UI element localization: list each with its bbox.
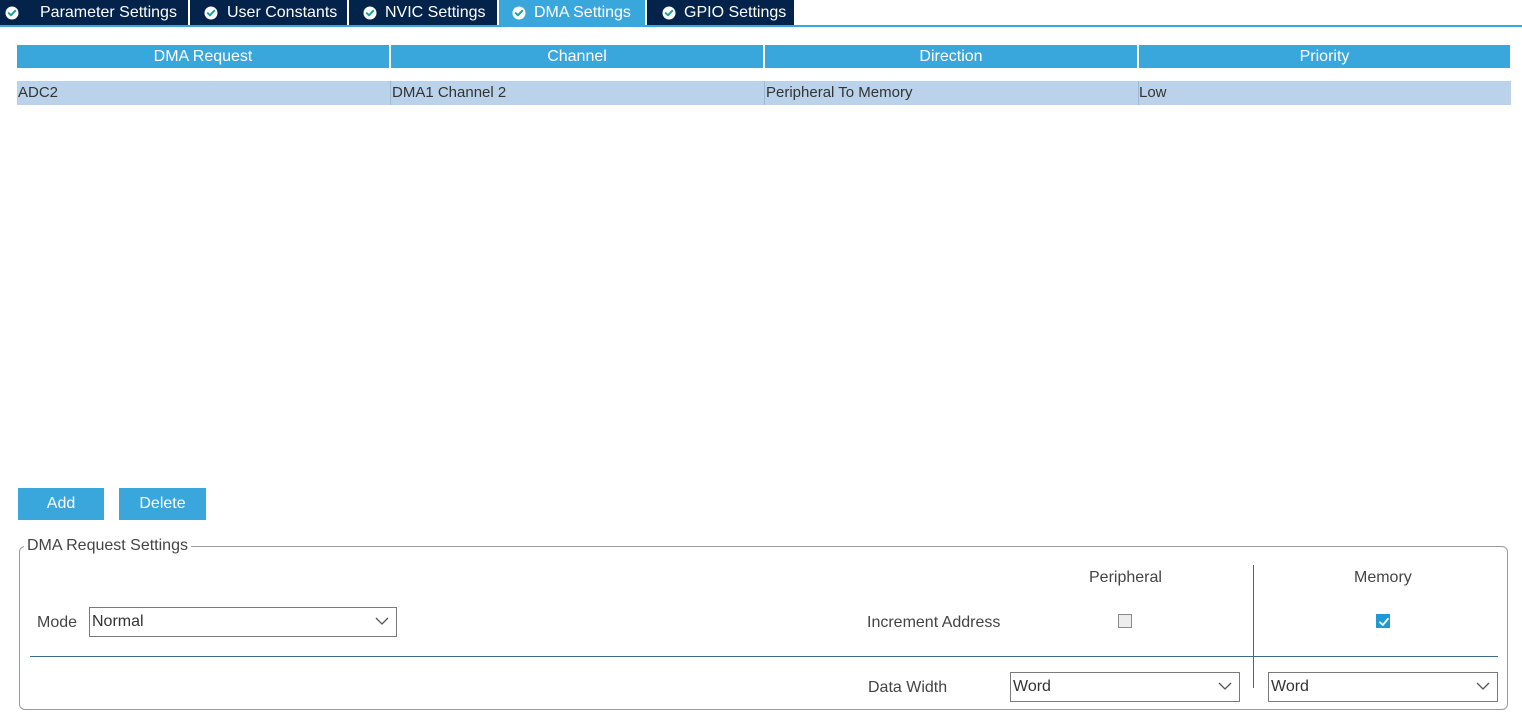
cell-direction: Peripheral To Memory (766, 84, 913, 101)
column-header-channel[interactable]: Channel (391, 45, 763, 68)
column-divider (764, 81, 765, 105)
tab-label: DMA Settings (534, 4, 631, 21)
column-header-direction[interactable]: Direction (765, 45, 1137, 68)
column-divider (390, 81, 391, 105)
memory-data-width-select[interactable]: Word (1268, 672, 1498, 702)
column-header-priority[interactable]: Priority (1139, 45, 1510, 68)
tab-user-constants[interactable]: User Constants (190, 0, 347, 25)
mode-select[interactable]: Normal (89, 607, 397, 637)
tab-label: GPIO Settings (684, 4, 787, 21)
cell-channel: DMA1 Channel 2 (392, 84, 507, 101)
tab-nvic-settings[interactable]: NVIC Settings (349, 0, 497, 25)
chevron-down-icon (1476, 682, 1490, 690)
row-divider (30, 656, 1498, 657)
tab-gpio-settings[interactable]: GPIO Settings (647, 0, 794, 25)
chevron-down-icon (1218, 682, 1232, 690)
chevron-down-icon (375, 617, 389, 625)
peripheral-increment-checkbox[interactable] (1118, 614, 1132, 628)
dma-settings-window: Parameter Settings User Constants NVIC S… (0, 0, 1522, 712)
check-circle-icon (363, 6, 377, 20)
tab-parameter-settings[interactable]: Parameter Settings (0, 0, 188, 25)
column-divider (1253, 565, 1254, 688)
tab-label: User Constants (227, 4, 338, 21)
check-circle-icon (512, 6, 526, 20)
check-circle-icon (662, 6, 676, 20)
tab-bar-underline (0, 25, 1522, 27)
data-width-label: Data Width (868, 679, 948, 696)
peripheral-data-width-select[interactable]: Word (1010, 672, 1240, 702)
tab-dma-settings[interactable]: DMA Settings (499, 0, 645, 25)
peripheral-header: Peripheral (1089, 569, 1162, 586)
increment-address-label: Increment Address (867, 614, 1001, 631)
tab-label: NVIC Settings (385, 4, 486, 21)
mode-select-value: Normal (92, 613, 144, 630)
memory-increment-checkbox[interactable] (1376, 614, 1390, 628)
check-circle-icon (5, 6, 19, 20)
group-title: DMA Request Settings (24, 536, 191, 556)
checkmark-icon (1379, 617, 1389, 626)
tab-bar: Parameter Settings User Constants NVIC S… (0, 0, 1522, 27)
mode-label: Mode (37, 614, 78, 631)
memory-data-width-value: Word (1271, 678, 1309, 695)
peripheral-data-width-value: Word (1013, 678, 1051, 695)
column-header-dma-request[interactable]: DMA Request (17, 45, 389, 68)
table-row[interactable]: ADC2 DMA1 Channel 2 Peripheral To Memory… (17, 81, 1511, 105)
cell-dma-request: ADC2 (18, 84, 59, 101)
delete-button[interactable]: Delete (119, 488, 206, 520)
check-circle-icon (204, 6, 218, 20)
cell-priority: Low (1139, 84, 1167, 101)
tab-label: Parameter Settings (40, 4, 177, 21)
add-button[interactable]: Add (18, 488, 104, 520)
memory-header: Memory (1354, 569, 1412, 586)
